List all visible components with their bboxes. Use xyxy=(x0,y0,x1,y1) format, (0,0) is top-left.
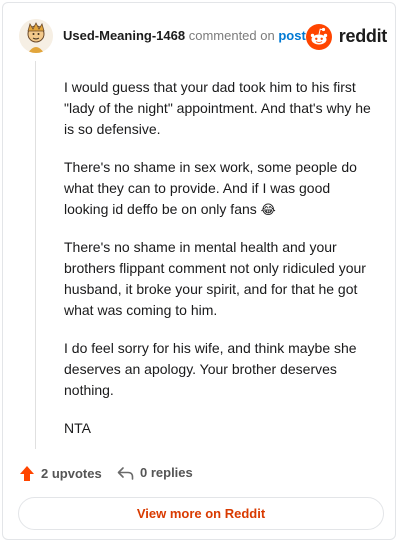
upvote-button[interactable]: 2 upvotes xyxy=(19,465,102,482)
username-link[interactable]: Used-Meaning-1468 xyxy=(63,28,185,43)
view-more-on-reddit-button[interactable]: View more on Reddit xyxy=(18,497,384,530)
reddit-alien-icon xyxy=(306,24,332,50)
post-link[interactable]: post xyxy=(278,28,305,43)
user-avatar[interactable] xyxy=(19,19,53,53)
comment-header: Used-Meaning-1468 commented on post redd… xyxy=(19,17,387,57)
comment-paragraph: I would guess that your dad took him to … xyxy=(64,79,371,137)
upvote-count: 2 upvotes xyxy=(41,466,102,481)
reply-count: 0 replies xyxy=(140,465,193,480)
reply-icon xyxy=(117,466,134,480)
comment-paragraph: NTA xyxy=(64,420,91,436)
upvote-arrow-icon xyxy=(20,466,34,481)
reddit-wordmark: reddit xyxy=(338,26,388,46)
comment-body: I would guess that your dad took him to … xyxy=(64,77,374,456)
comment-card: Used-Meaning-1468 commented on post redd… xyxy=(2,2,396,540)
laughing-emoji-icon: 😂 xyxy=(260,202,276,217)
reddit-logo[interactable]: reddit xyxy=(306,23,388,51)
comment-meta: Used-Meaning-1468 commented on post xyxy=(63,28,306,43)
thread-line[interactable] xyxy=(35,61,36,449)
comment-paragraph-text: There's no shame in sex work, some peopl… xyxy=(64,159,357,217)
comment-paragraph: There's no shame in mental health and yo… xyxy=(64,239,366,318)
reply-button[interactable]: 0 replies xyxy=(117,465,193,480)
comment-paragraph: There's no shame in sex work, some peopl… xyxy=(64,157,374,220)
avatar-icon xyxy=(19,19,53,53)
comment-paragraph: I do feel sorry for his wife, and think … xyxy=(64,340,357,398)
commented-on-text: commented on xyxy=(188,28,275,43)
